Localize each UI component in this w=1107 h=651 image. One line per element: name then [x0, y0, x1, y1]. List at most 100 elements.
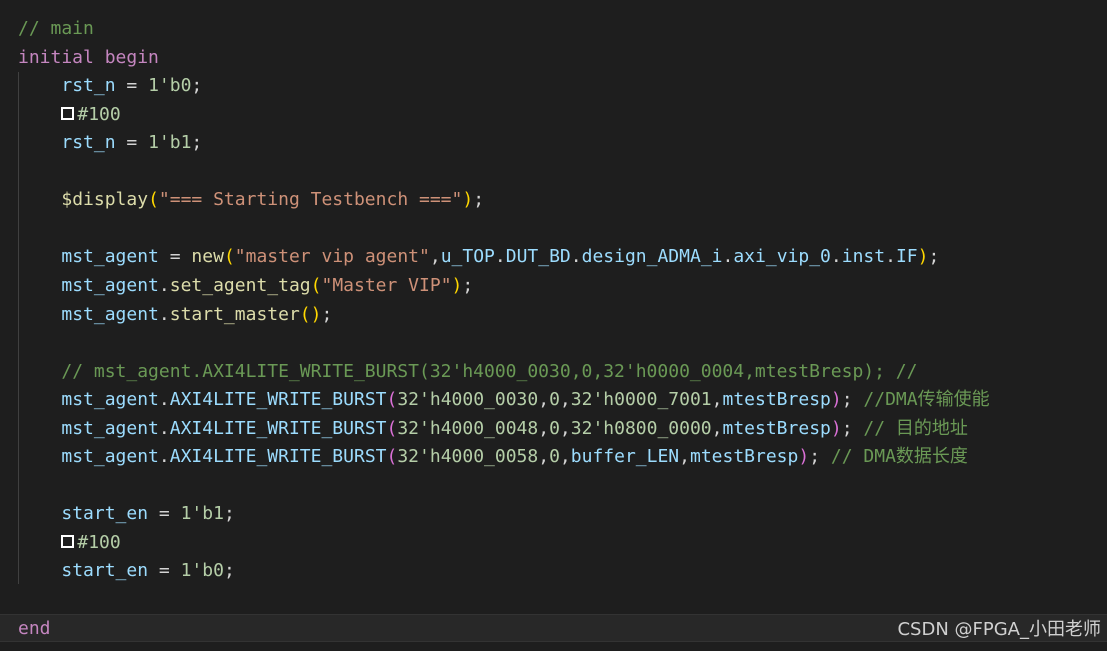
code-token-paren2: ( — [386, 389, 398, 411]
code-token-plain: ; — [809, 446, 831, 468]
code-token-paren2: ( — [386, 446, 398, 468]
code-token-plain: ; — [473, 189, 485, 211]
code-token-paren2: ) — [830, 417, 842, 439]
code-token-var: buffer_LEN — [570, 446, 680, 468]
code-line[interactable]: // main — [18, 15, 94, 43]
code-line[interactable]: #100 — [18, 529, 121, 557]
code-token-plain: . — [885, 246, 896, 268]
code-token-var: rst_n — [61, 132, 116, 154]
code-token-paren: ( — [148, 189, 159, 211]
code-token-var: start_en — [61, 560, 149, 582]
code-line[interactable]: start_en = 1'b0; — [18, 557, 234, 585]
code-token-plain: , — [559, 446, 571, 468]
code-token-plain: ; — [223, 503, 235, 525]
code-line[interactable]: end — [18, 615, 51, 643]
unrendered-glyph-box-icon — [61, 534, 75, 548]
code-token-str: "master vip agent" — [234, 246, 430, 268]
code-token-comment: // mst_agent.AXI4LITE_WRITE_BURST(32'h40… — [61, 360, 918, 382]
code-token-var: start_en — [61, 503, 149, 525]
code-token-var: mtestBresp — [722, 389, 831, 411]
code-token-plain: . — [158, 389, 170, 411]
code-token-plain: , — [559, 389, 571, 411]
code-token-num: 32'h0800_0000 — [570, 417, 712, 439]
watermark-text: CSDN @FPGA_小田老师 — [897, 619, 1101, 640]
code-token-num: 1'b0 — [148, 75, 192, 97]
code-token-str: "=== Starting Testbench ===" — [158, 189, 463, 211]
code-token-paren2: ) — [798, 446, 810, 468]
code-token-var: mtestBresp — [689, 446, 799, 468]
code-token-num: 32'h4000_0048 — [397, 417, 539, 439]
code-token-var: mst_agent — [61, 246, 159, 268]
code-token-var: u_TOP — [440, 246, 495, 268]
code-token-var: design_ADMA_i — [581, 246, 723, 268]
code-token-plain: , — [538, 446, 550, 468]
code-token-fn: set_agent_tag — [169, 274, 311, 296]
code-token-paren2: ) — [830, 389, 842, 411]
code-line[interactable]: mst_agent.start_master(); — [18, 301, 332, 329]
code-line[interactable]: rst_n = 1'b0; — [18, 72, 202, 100]
code-token-plain: = — [115, 132, 149, 154]
code-token-keyword: initial — [18, 46, 94, 68]
code-token-comment: // main — [18, 18, 94, 39]
code-line[interactable]: mst_agent.set_agent_tag("Master VIP"); — [18, 272, 473, 300]
code-token-plain: = — [148, 560, 181, 582]
code-token-plain: , — [711, 389, 723, 411]
code-token-fn: start_master — [169, 303, 300, 325]
code-token-delay: #100 — [77, 531, 121, 553]
code-token-var: IF — [895, 246, 918, 268]
code-token-comment: // 目的地址 — [863, 417, 968, 439]
code-token-plain: , — [538, 389, 550, 411]
code-token-var: rst_n — [61, 75, 116, 97]
code-token-plain: . — [158, 274, 170, 296]
code-token-plain: ; — [462, 274, 474, 296]
code-line[interactable]: rst_n = 1'b1; — [18, 129, 202, 157]
code-token-var: AXI4LITE_WRITE_BURST — [169, 417, 387, 439]
code-token-paren: () — [299, 303, 322, 325]
code-token-var: mst_agent — [61, 446, 159, 468]
code-token-plain: ; — [191, 75, 203, 97]
code-line[interactable]: mst_agent = new("master vip agent",u_TOP… — [18, 243, 939, 271]
code-token-var: mtestBresp — [722, 417, 831, 439]
code-token-fn: new — [191, 246, 224, 268]
code-line[interactable]: initial begin — [18, 44, 159, 72]
code-token-paren: ) — [462, 189, 474, 211]
code-token-var: mst_agent — [61, 389, 159, 411]
code-token-plain: ; — [191, 132, 203, 154]
code-editor[interactable]: // main initial begin rst_n = 1'b0; #100 … — [0, 0, 1107, 651]
code-token-paren: ) — [917, 246, 929, 268]
code-line[interactable]: mst_agent.AXI4LITE_WRITE_BURST(32'h4000_… — [18, 415, 968, 443]
code-line[interactable]: mst_agent.AXI4LITE_WRITE_BURST(32'h4000_… — [18, 386, 989, 414]
code-token-plain: ; — [928, 246, 940, 268]
code-line[interactable]: #100 — [18, 101, 121, 129]
code-token-plain: , — [429, 246, 441, 268]
unrendered-glyph-box-icon — [61, 106, 75, 120]
code-token-paren: ( — [310, 274, 322, 296]
code-token-plain: . — [830, 246, 842, 268]
code-token-num: 32'h0000_7001 — [570, 389, 712, 411]
code-token-plain: . — [158, 417, 170, 439]
code-token-plain: = — [115, 75, 149, 97]
code-line[interactable]: start_en = 1'b1; — [18, 500, 235, 528]
code-line[interactable]: mst_agent.AXI4LITE_WRITE_BURST(32'h4000_… — [18, 443, 968, 471]
code-token-var: mst_agent — [61, 303, 159, 325]
code-token-plain: . — [570, 246, 582, 268]
code-line[interactable]: // mst_agent.AXI4LITE_WRITE_BURST(32'h40… — [18, 358, 917, 386]
code-token-plain: . — [158, 303, 170, 325]
code-token-num: 0 — [549, 417, 560, 439]
code-token-var: DUT_BD — [505, 246, 571, 268]
code-token-var: AXI4LITE_WRITE_BURST — [169, 446, 387, 468]
code-token-plain: . — [722, 246, 734, 268]
code-token-num: 1'b0 — [180, 560, 224, 582]
code-line[interactable]: $display("=== Starting Testbench ==="); — [18, 186, 484, 214]
code-token-fn: $display — [61, 189, 149, 211]
